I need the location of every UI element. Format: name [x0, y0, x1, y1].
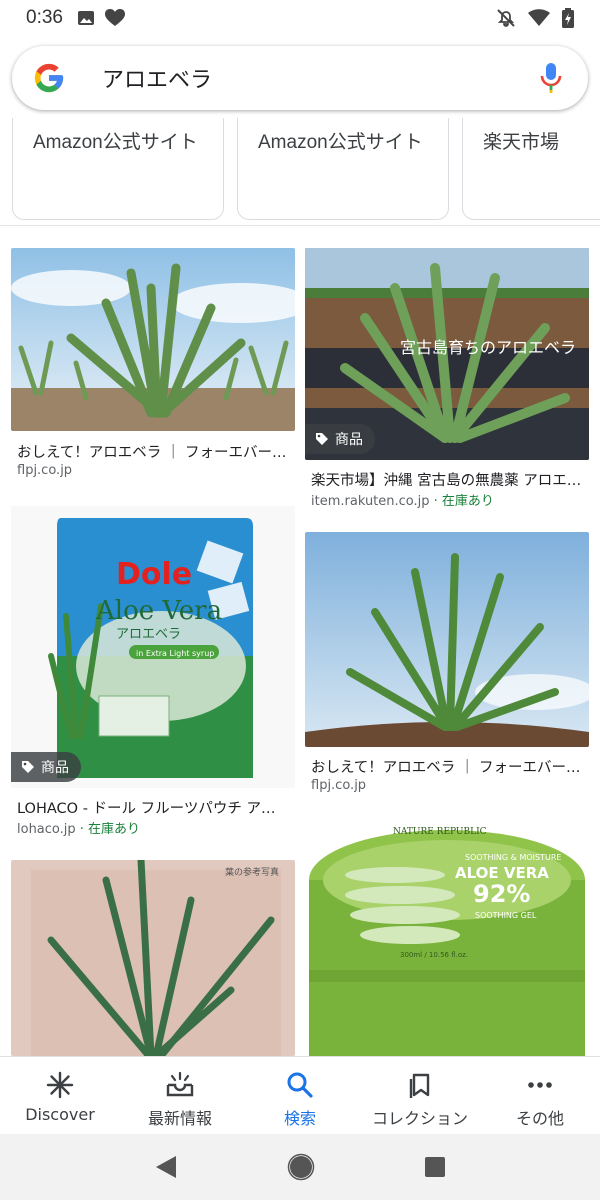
google-logo-icon[interactable] [32, 61, 66, 95]
nav-label: その他 [515, 1109, 564, 1128]
package-brand: Dole [116, 557, 192, 592]
image-result[interactable]: Dole Aloe Vera アロエベラ in Extra Light syru… [11, 506, 295, 837]
photo-caption: 葉の参考写真 [225, 866, 279, 878]
result-thumbnail[interactable]: 葉の参考写真 [11, 860, 295, 1056]
image-result[interactable]: おしえて！アロエベラ ｜ フォーエバーリビング flpj.co.jp [11, 248, 295, 488]
result-title[interactable]: LOHACO - ドール フルーツパウチ アロエベラ [17, 797, 289, 818]
badge-label: 商品 [41, 760, 69, 776]
battery-icon [562, 8, 574, 28]
result-domain: flpj.co.jp [17, 463, 73, 478]
result-domain: item.rakuten.co.jp [311, 494, 430, 509]
notifications-off-icon [497, 9, 515, 27]
result-thumbnail[interactable] [11, 248, 295, 431]
bookmark-icon [409, 1073, 430, 1098]
jar-line: SOOTHING & MOISTURE [465, 853, 561, 862]
nav-label: 最新情報 [147, 1109, 212, 1128]
nav-discover[interactable]: Discover [0, 1057, 120, 1134]
search-input[interactable]: アロエベラ [102, 62, 540, 94]
ad-label: Amazon公式サイト [33, 132, 198, 153]
image-result[interactable]: 宮古島育ちのアロエベラ 商品 楽天市場】沖縄 宮古島の無農薬 アロエベラ ite… [305, 248, 589, 509]
jar-percent: 92% [473, 880, 530, 908]
recents-icon[interactable] [424, 1156, 446, 1178]
nav-label: コレクション [371, 1109, 468, 1128]
image-results-grid: おしえて！アロエベラ ｜ フォーエバーリビング flpj.co.jp 宮古島育ち… [0, 248, 600, 1056]
tag-icon [316, 433, 328, 445]
package-name-jp: アロエベラ [116, 627, 181, 642]
package-name: Aloe Vera [95, 596, 222, 626]
jar-brand: NATURE REPUBLIC [393, 827, 487, 837]
search-bar[interactable]: アロエベラ [12, 46, 588, 110]
nav-label: Discover [25, 1105, 95, 1124]
product-badge: 商品 [11, 752, 81, 782]
image-result[interactable]: おしえて！アロエベラ ｜ フォーエバーリビング flpj.co.jp [305, 532, 589, 802]
nav-more[interactable]: その他 [480, 1057, 600, 1134]
result-domain: lohaco.jp [17, 822, 76, 837]
result-source: flpj.co.jp [311, 778, 366, 793]
shopping-ads-row: Amazon公式サイト Amazon公式サイト 楽天市場 [0, 118, 600, 226]
back-icon[interactable] [154, 1154, 178, 1180]
result-thumbnail[interactable] [305, 532, 589, 747]
nav-updates[interactable]: 最新情報 [120, 1057, 240, 1134]
status-time: 0:36 [26, 7, 63, 28]
result-title[interactable]: おしえて！アロエベラ ｜ フォーエバーリビング [17, 441, 289, 462]
ad-label: Amazon公式サイト [258, 132, 423, 153]
jar-size: 300ml / 10.56 fl.oz. [400, 951, 468, 959]
microphone-icon[interactable] [540, 62, 562, 94]
more-icon [528, 1082, 552, 1088]
nav-collections[interactable]: コレクション [360, 1057, 480, 1134]
ad-card[interactable]: Amazon公式サイト [12, 118, 224, 220]
asterisk-icon [46, 1071, 74, 1099]
product-badge: 商品 [305, 424, 375, 454]
result-source: flpj.co.jp [17, 463, 72, 478]
overlay-text: 宮古島育ちのアロエベラ [400, 338, 576, 357]
result-title[interactable]: 楽天市場】沖縄 宮古島の無農薬 アロエベラ [311, 469, 585, 490]
status-bar: 0:36 [0, 0, 600, 36]
result-thumbnail[interactable]: NATURE REPUBLIC SOOTHING & MOISTURE ALOE… [305, 820, 589, 1056]
ad-card[interactable]: Amazon公式サイト [237, 118, 449, 220]
result-source: item.rakuten.co.jp · 在庫あり [311, 490, 494, 509]
result-source: lohaco.jp · 在庫あり [17, 818, 140, 837]
nav-search[interactable]: 検索 [240, 1057, 360, 1134]
search-icon [287, 1072, 313, 1098]
image-icon [77, 11, 94, 25]
image-result[interactable]: 葉の参考写真 [11, 860, 295, 1056]
bottom-navigation: Discover 最新情報 検索 コレクション その他 [0, 1056, 600, 1134]
result-domain: flpj.co.jp [311, 778, 367, 793]
ad-card[interactable]: 楽天市場 [462, 118, 600, 220]
nav-label: 検索 [283, 1109, 316, 1128]
jar-gel: SOOTHING GEL [475, 911, 537, 920]
updates-icon [166, 1071, 194, 1097]
image-result[interactable]: NATURE REPUBLIC SOOTHING & MOISTURE ALOE… [305, 820, 589, 1056]
system-navigation-bar [0, 1134, 600, 1200]
home-icon[interactable] [287, 1153, 315, 1181]
stock-status: · 在庫あり [75, 822, 141, 837]
ad-label: 楽天市場 [483, 132, 560, 153]
result-thumbnail[interactable]: Dole Aloe Vera アロエベラ in Extra Light syru… [11, 506, 295, 788]
badge-label: 商品 [335, 432, 363, 448]
heart-icon [104, 9, 125, 26]
package-sub: in Extra Light syrup [136, 649, 214, 658]
wifi-icon [528, 9, 550, 26]
stock-status: · 在庫あり [429, 494, 494, 509]
tag-icon [22, 761, 34, 773]
result-title[interactable]: おしえて！アロエベラ ｜ フォーエバーリビング [311, 756, 585, 777]
